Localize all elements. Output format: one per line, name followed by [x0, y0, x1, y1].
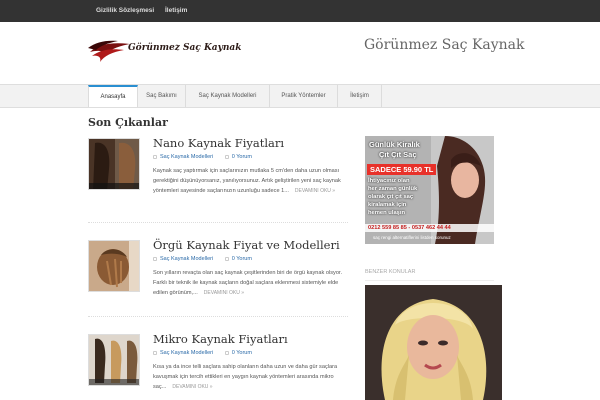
post-comments-link[interactable]: 0 Yorum — [232, 256, 252, 262]
post-meta: Saç Kaynak Modelleri 0 Yorum — [153, 256, 262, 262]
comment-icon — [224, 154, 229, 159]
post-title[interactable]: Örgü Kaynak Fiyat ve Modelleri — [153, 238, 340, 252]
post-excerpt: Kaynak saç yaptırmak için saçlarınızın m… — [153, 166, 348, 196]
sidebar-photo[interactable] — [365, 285, 502, 400]
post-title[interactable]: Mikro Kaynak Fiyatları — [153, 332, 288, 346]
ad-body: İhtiyacınız olan her zaman günlük olarak… — [368, 177, 417, 217]
post-divider — [88, 316, 348, 317]
folder-icon — [153, 350, 157, 355]
post-thumbnail[interactable] — [88, 138, 140, 190]
nav-item-extension-models[interactable]: Saç Kaynak Modelleri — [186, 85, 270, 107]
widget-divider — [365, 280, 494, 281]
read-more-link[interactable]: DEVAMINI OKU » — [204, 290, 244, 296]
hair-swoosh-icon — [88, 40, 130, 62]
folder-icon — [153, 256, 157, 261]
folder-icon — [153, 154, 157, 159]
read-more-link[interactable]: DEVAMINI OKU » — [295, 188, 335, 194]
topbar-link-privacy[interactable]: Gizlilik Sözleşmesi — [96, 0, 154, 22]
site-title[interactable]: Görünmez Saç Kaynak — [364, 37, 525, 53]
logo-text: Görünmez Saç Kaynak — [128, 43, 242, 53]
ad-body-line: her zaman günlük — [368, 186, 418, 192]
ad-body-line: kiralamak için — [368, 202, 407, 208]
top-bar: Gizlilik Sözleşmesi İletişim — [0, 0, 600, 22]
ad-headline-2: Çıt Çıt Saç — [379, 150, 417, 159]
post-excerpt: Son yılların revaçta olan saç kaynak çeş… — [153, 268, 348, 298]
nav-item-hair-care[interactable]: Saç Bakımı — [138, 85, 186, 107]
post-divider — [88, 222, 348, 223]
ad-footer: saç rengi alternatiflerini listden sorun… — [373, 235, 451, 240]
post-card: Mikro Kaynak Fiyatları Saç Kaynak Modell… — [88, 332, 348, 400]
post-thumbnail[interactable] — [88, 240, 140, 292]
nav-item-contact[interactable]: İletişim — [338, 85, 382, 107]
ad-price: SADECE 59.90 TL — [367, 164, 437, 175]
widget-title: BENZER KONULAR — [365, 269, 416, 275]
post-excerpt-text: Son yılların revaçta olan saç kaynak çeş… — [153, 270, 343, 296]
comment-icon — [224, 350, 229, 355]
post-category-link[interactable]: Saç Kaynak Modelleri — [160, 350, 213, 356]
post-category-link[interactable]: Saç Kaynak Modelleri — [160, 154, 213, 160]
main-nav: Anasayfa Saç Bakımı Saç Kaynak Modelleri… — [0, 84, 600, 108]
post-category-link[interactable]: Saç Kaynak Modelleri — [160, 256, 213, 262]
post-thumbnail[interactable] — [88, 334, 140, 386]
site-logo[interactable]: Görünmez Saç Kaynak — [88, 38, 241, 64]
site-header: Görünmez Saç Kaynak Görünmez Saç Kaynak — [0, 22, 600, 84]
nav-item-practical-methods[interactable]: Pratik Yöntemler — [270, 85, 338, 107]
read-more-link[interactable]: DEVAMINI OKU » — [172, 384, 212, 390]
post-comments-link[interactable]: 0 Yorum — [232, 350, 252, 356]
post-card: Örgü Kaynak Fiyat ve Modelleri Saç Kayna… — [88, 238, 348, 320]
nav-item-home[interactable]: Anasayfa — [88, 85, 138, 107]
ad-body-line: hemen ulaşın — [368, 210, 406, 216]
post-card: Nano Kaynak Fiyatları Saç Kaynak Modelle… — [88, 136, 348, 218]
post-meta: Saç Kaynak Modelleri 0 Yorum — [153, 154, 262, 160]
comment-icon — [224, 256, 229, 261]
post-excerpt: Kısa ya da ince telli saçlara sahip olan… — [153, 362, 348, 392]
sidebar-ad-banner[interactable]: Günlük Kiralık Çıt Çıt Saç SADECE 59.90 … — [365, 136, 494, 244]
post-meta: Saç Kaynak Modelleri 0 Yorum — [153, 350, 262, 356]
post-comments-link[interactable]: 0 Yorum — [232, 154, 252, 160]
ad-phone: 0212 559 85 85 - 0537 462 44 44 — [365, 224, 494, 232]
topbar-link-contact[interactable]: İletişim — [165, 0, 187, 22]
section-title: Son Çıkanlar — [88, 116, 168, 129]
ad-body-line: olarak çıt çıt saç — [368, 194, 414, 200]
post-title[interactable]: Nano Kaynak Fiyatları — [153, 136, 284, 150]
ad-headline-1: Günlük Kiralık — [369, 140, 420, 149]
ad-body-line: İhtiyacınız olan — [368, 178, 410, 184]
